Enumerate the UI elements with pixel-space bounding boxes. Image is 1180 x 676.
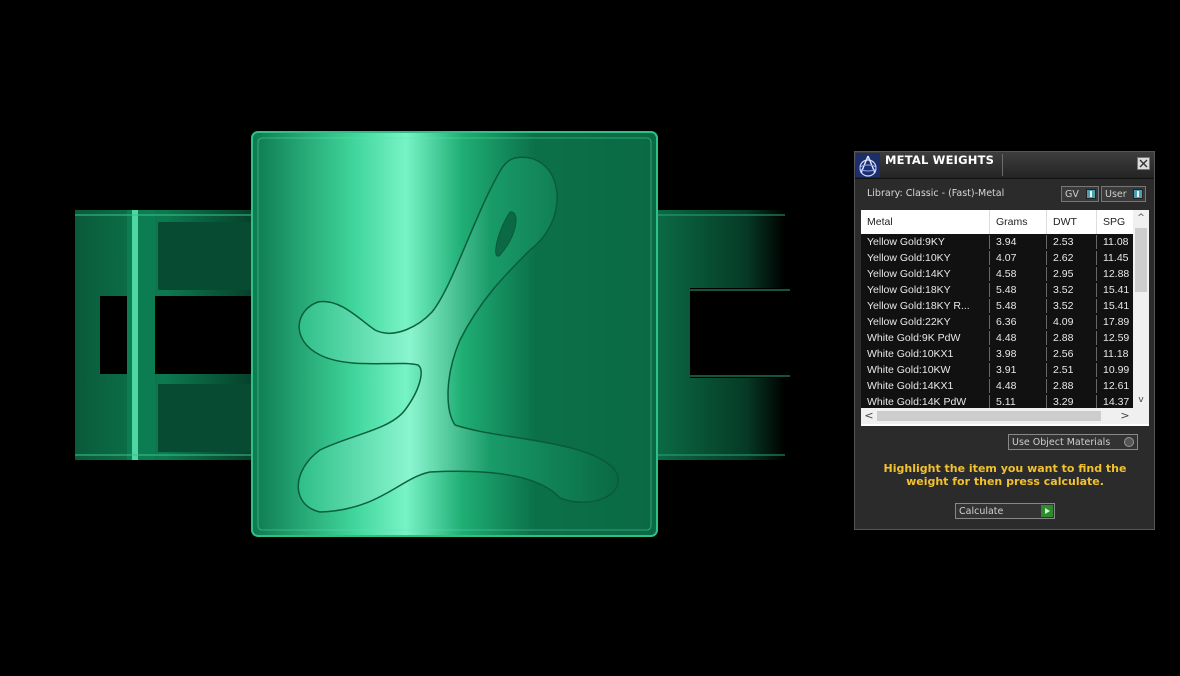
vertical-scrollbar[interactable]: ^ v [1133, 210, 1149, 408]
metal-table[interactable]: Metal Grams DWT SPG Yellow Gold:9KY 3.94 2… [861, 210, 1149, 426]
grams-cell: 4.48 [990, 331, 1047, 345]
table-body: Yellow Gold:9KY 3.94 2.53 11.08 Yellow Gold:… [861, 234, 1133, 408]
metal-cell: Yellow Gold:18KY [861, 283, 990, 297]
scroll-up-icon[interactable]: ^ [1133, 210, 1149, 226]
dwt-cell: 3.52 [1047, 283, 1097, 297]
dwt-cell: 3.29 [1047, 395, 1097, 408]
app-logo-icon [856, 153, 880, 177]
user-label: User [1105, 189, 1127, 200]
left-band [75, 210, 253, 460]
dwt-cell: 2.88 [1047, 379, 1097, 393]
use-object-materials-label: Use Object Materials [1012, 437, 1111, 448]
metal-cell: White Gold:14KX1 [861, 379, 990, 393]
dwt-cell: 2.88 [1047, 331, 1097, 345]
table-row[interactable]: Yellow Gold:10KY 4.07 2.62 11.45 [861, 250, 1133, 266]
spg-cell: 12.88 [1103, 268, 1130, 280]
metal-cell: Yellow Gold:18KY R... [861, 299, 990, 313]
spg-cell: 15.41 [1103, 284, 1130, 296]
metal-weights-panel: METAL WEIGHTS Library: Classic - (Fast)-… [854, 151, 1155, 530]
spg-cell: 12.59 [1103, 332, 1130, 344]
right-band [655, 210, 790, 460]
horizontal-scroll-thumb[interactable] [877, 411, 1101, 421]
grams-cell: 5.48 [990, 283, 1047, 297]
metal-cell: White Gold:10KX1 [861, 347, 990, 361]
viewport-3d[interactable] [0, 0, 840, 676]
close-button[interactable] [1137, 157, 1150, 170]
gv-toggle[interactable]: GV [1061, 186, 1099, 202]
scroll-right-icon[interactable]: > [1117, 408, 1133, 424]
table-row[interactable]: Yellow Gold:18KY 5.48 3.52 15.41 [861, 282, 1133, 298]
metal-cell: White Gold:10KW [861, 363, 990, 377]
column-header-dwt[interactable]: DWT [1047, 210, 1097, 234]
grams-cell: 6.36 [990, 315, 1047, 329]
toggle-icon [1086, 189, 1096, 199]
table-header: Metal Grams DWT SPG [861, 210, 1133, 234]
metal-cell: Yellow Gold:10KY [861, 251, 990, 265]
spg-cell: 17.89 [1103, 316, 1130, 328]
metal-cell: Yellow Gold:9KY [861, 235, 990, 249]
scroll-left-icon[interactable]: < [861, 408, 877, 424]
instruction-text: Highlight the item you want to find the … [883, 462, 1127, 488]
column-header-grams[interactable]: Grams [990, 210, 1047, 234]
vertical-scroll-thumb[interactable] [1135, 228, 1147, 292]
grams-cell: 4.58 [990, 267, 1047, 281]
radio-icon[interactable] [1124, 437, 1134, 447]
table-row[interactable]: White Gold:14KX1 4.48 2.88 12.61 [861, 378, 1133, 394]
library-label: Library: Classic - (Fast)-Metal [867, 188, 1005, 199]
spg-cell: 14.37 [1103, 396, 1130, 408]
dwt-cell: 2.62 [1047, 251, 1097, 265]
table-row[interactable]: Yellow Gold:18KY R... 5.48 3.52 15.41 [861, 298, 1133, 314]
horizontal-scrollbar[interactable]: < > [861, 408, 1133, 424]
calculate-label: Calculate [959, 506, 1004, 517]
dwt-cell: 2.51 [1047, 363, 1097, 377]
spg-cell: 12.61 [1103, 380, 1130, 392]
grams-cell: 4.07 [990, 251, 1047, 265]
table-row[interactable]: White Gold:14K PdW 5.11 3.29 14.37 [861, 394, 1133, 408]
dwt-cell: 2.95 [1047, 267, 1097, 281]
metal-cell: Yellow Gold:14KY [861, 267, 990, 281]
calculate-button[interactable]: Calculate [955, 503, 1055, 519]
dwt-cell: 4.09 [1047, 315, 1097, 329]
panel-title: METAL WEIGHTS [885, 153, 995, 167]
title-separator [1002, 154, 1003, 176]
table-row[interactable]: White Gold:9K PdW 4.48 2.88 12.59 [861, 330, 1133, 346]
column-header-metal[interactable]: Metal [861, 210, 990, 234]
grams-cell: 4.48 [990, 379, 1047, 393]
use-object-materials-option[interactable]: Use Object Materials [1008, 434, 1138, 450]
metal-cell: White Gold:14K PdW [861, 395, 990, 408]
grams-cell: 3.91 [990, 363, 1047, 377]
gv-label: GV [1065, 189, 1079, 200]
spg-cell: 15.41 [1103, 300, 1130, 312]
table-row[interactable]: Yellow Gold:9KY 3.94 2.53 11.08 [861, 234, 1133, 250]
close-icon [1139, 159, 1148, 168]
dwt-cell: 2.53 [1047, 235, 1097, 249]
dwt-cell: 2.56 [1047, 347, 1097, 361]
grams-cell: 3.98 [990, 347, 1047, 361]
toggle-icon [1133, 189, 1143, 199]
scroll-corner [1133, 408, 1149, 424]
metal-cell: White Gold:9K PdW [861, 331, 990, 345]
ring-model[interactable] [0, 0, 840, 676]
spg-cell: 11.08 [1103, 236, 1129, 248]
scroll-down-icon[interactable]: v [1133, 392, 1149, 408]
play-icon [1041, 505, 1053, 517]
table-row[interactable]: White Gold:10KW 3.91 2.51 10.99 [861, 362, 1133, 378]
grams-cell: 5.48 [990, 299, 1047, 313]
metal-cell: Yellow Gold:22KY [861, 315, 990, 329]
spg-cell: 11.18 [1103, 348, 1129, 360]
panel-titlebar[interactable]: METAL WEIGHTS [855, 152, 1154, 179]
user-toggle[interactable]: User [1101, 186, 1146, 202]
spg-cell: 11.45 [1103, 252, 1129, 264]
grams-cell: 5.11 [990, 395, 1047, 408]
dwt-cell: 3.52 [1047, 299, 1097, 313]
spg-cell: 10.99 [1103, 364, 1130, 376]
grams-cell: 3.94 [990, 235, 1047, 249]
table-row[interactable]: Yellow Gold:14KY 4.58 2.95 12.88 [861, 266, 1133, 282]
column-header-spg[interactable]: SPG [1097, 210, 1137, 234]
table-row[interactable]: Yellow Gold:22KY 6.36 4.09 17.89 [861, 314, 1133, 330]
table-row[interactable]: White Gold:10KX1 3.98 2.56 11.18 [861, 346, 1133, 362]
